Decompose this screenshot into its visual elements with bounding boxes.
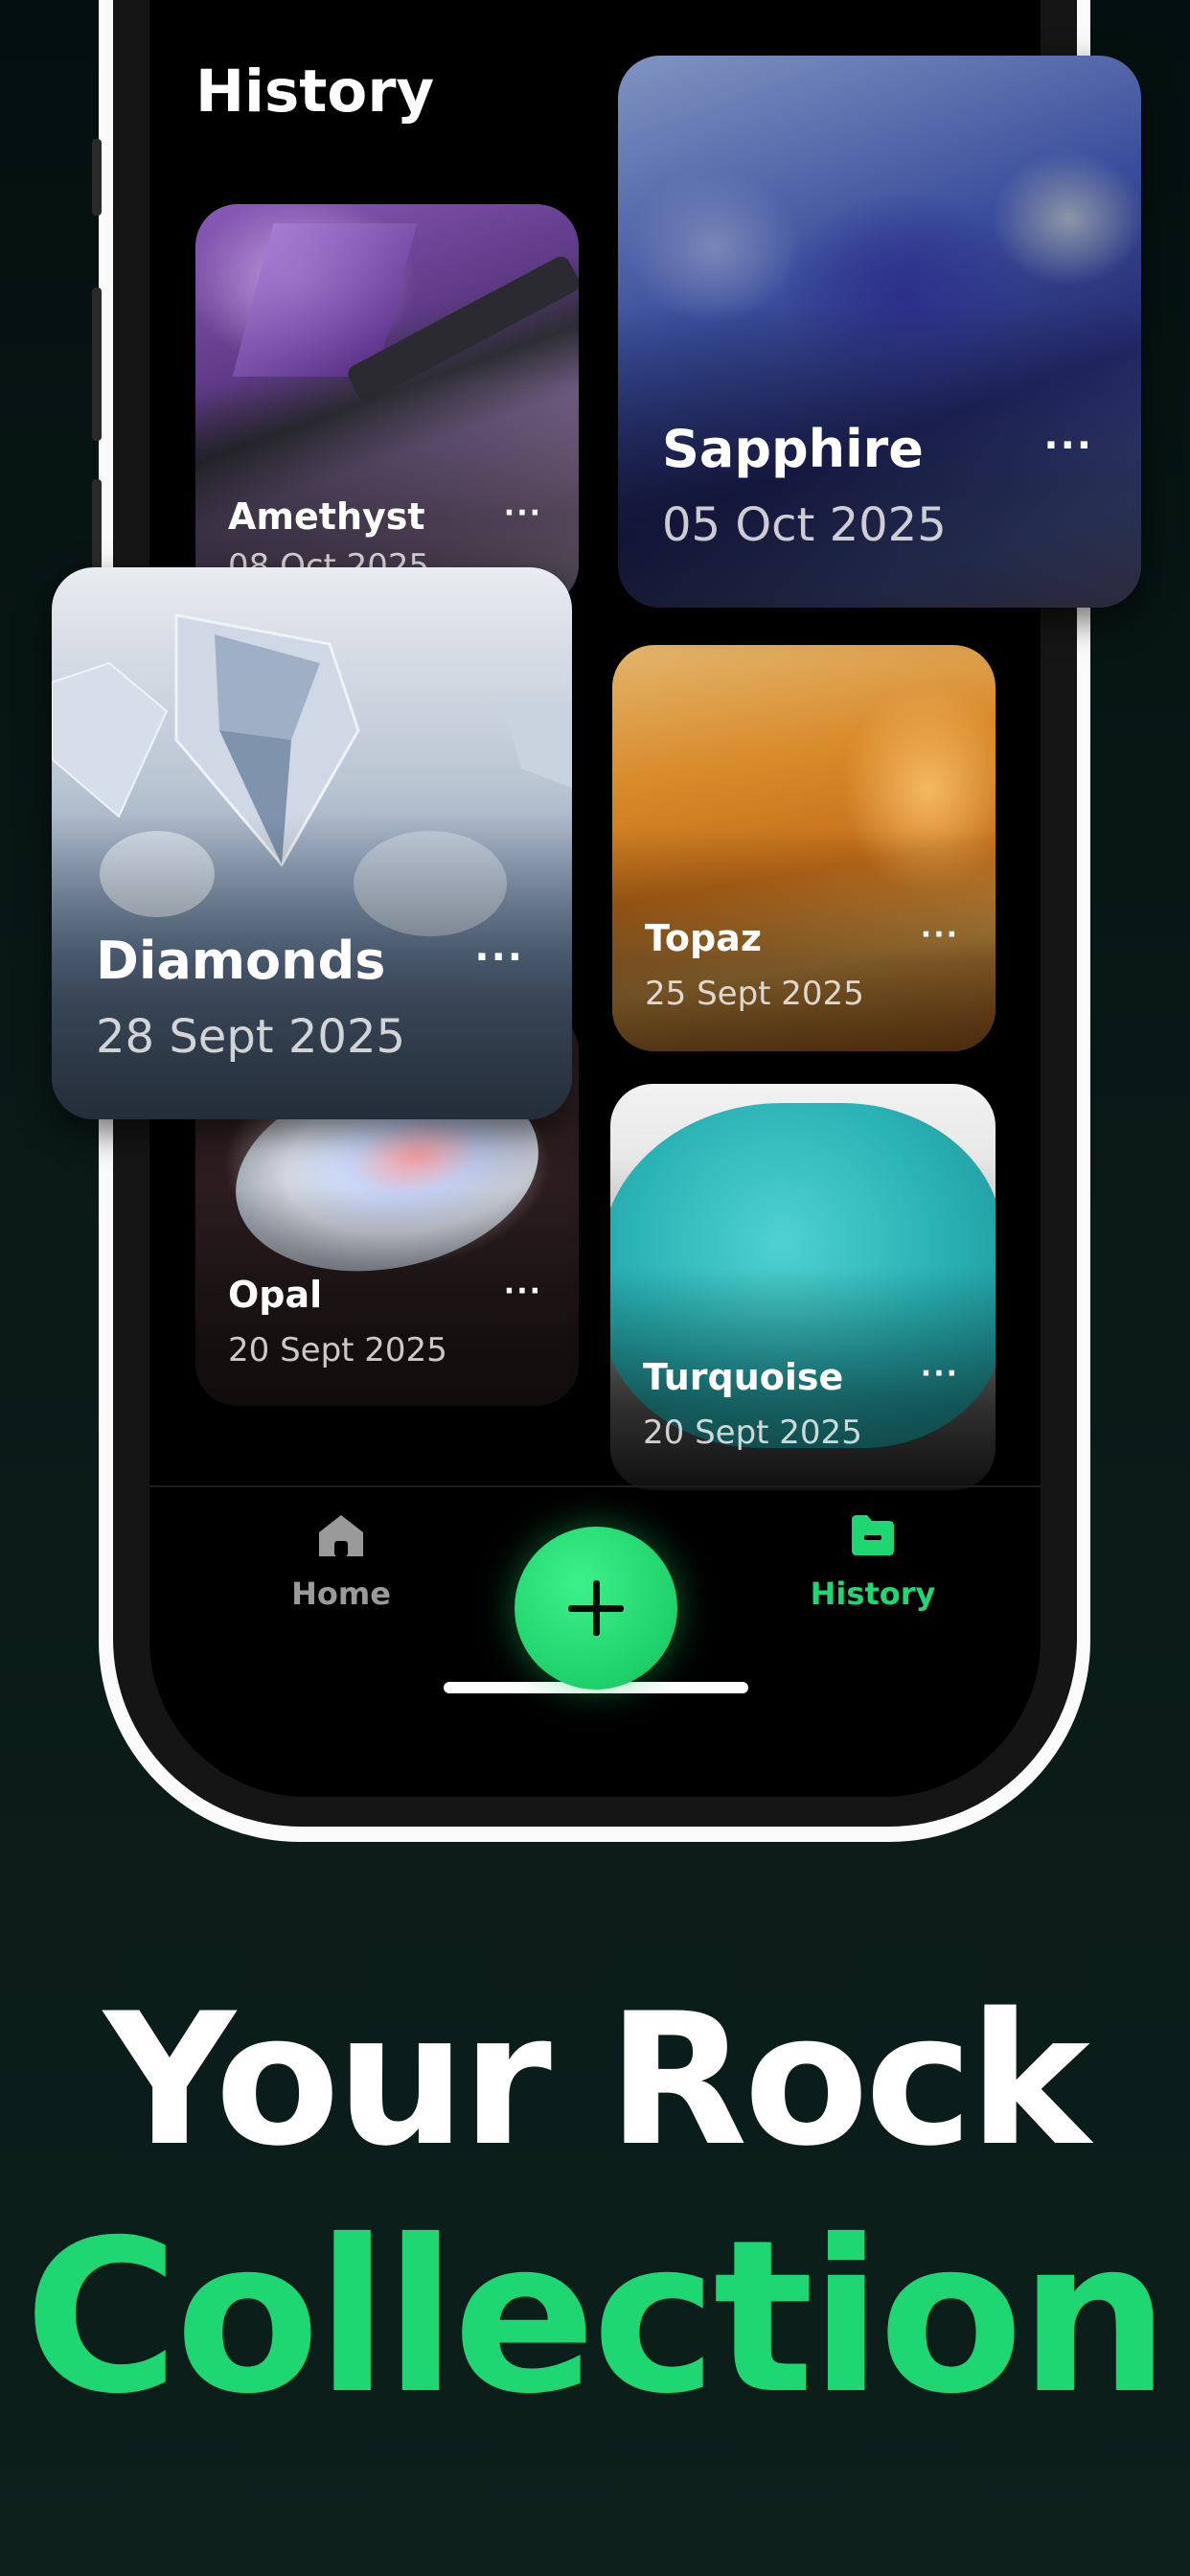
tab-history[interactable]: History xyxy=(777,1512,969,1612)
card-date: 05 Oct 2025 xyxy=(662,498,947,552)
card-title: Diamonds xyxy=(96,931,386,991)
tab-home[interactable]: Home xyxy=(245,1512,437,1612)
more-icon[interactable]: ··· xyxy=(504,496,542,530)
more-icon[interactable]: ··· xyxy=(921,1357,959,1391)
plus-icon xyxy=(568,1580,624,1636)
headline-line-2: Collection xyxy=(24,2195,1169,2440)
more-icon[interactable]: ··· xyxy=(504,1275,542,1308)
gem-card-diamonds[interactable]: Diamonds 28 Sept 2025 ··· xyxy=(52,567,572,1119)
phone-side-button xyxy=(92,479,102,575)
more-icon[interactable]: ··· xyxy=(921,918,959,952)
gem-card-turquoise[interactable]: Turquoise 20 Sept 2025 ··· xyxy=(610,1084,995,1490)
card-title: Topaz xyxy=(645,917,762,959)
gem-card-amethyst[interactable]: Amethyst 08 Oct 2025 ··· xyxy=(195,204,579,607)
tab-bar-divider xyxy=(149,1485,1041,1487)
headline-line-1: Your Rock xyxy=(103,1974,1090,2186)
card-title: Opal xyxy=(228,1274,323,1316)
card-date: 20 Sept 2025 xyxy=(228,1331,447,1369)
more-icon[interactable]: ··· xyxy=(474,935,524,979)
tab-home-label: Home xyxy=(291,1576,391,1612)
card-title: Amethyst xyxy=(228,495,425,538)
card-date: 25 Sept 2025 xyxy=(645,975,864,1013)
gem-card-sapphire[interactable]: Sapphire 05 Oct 2025 ··· xyxy=(618,56,1141,608)
add-scan-button[interactable] xyxy=(515,1527,677,1690)
card-title: Sapphire xyxy=(662,419,924,479)
folder-icon xyxy=(852,1515,894,1555)
phone-side-button xyxy=(92,139,102,216)
tab-history-label: History xyxy=(810,1576,936,1612)
phone-side-button xyxy=(92,288,102,441)
card-title: Turquoise xyxy=(643,1356,844,1398)
page-title: History xyxy=(195,58,435,126)
card-date: 28 Sept 2025 xyxy=(96,1010,406,1064)
home-icon xyxy=(319,1515,363,1556)
card-date: 20 Sept 2025 xyxy=(643,1414,862,1452)
more-icon[interactable]: ··· xyxy=(1043,424,1093,468)
gem-card-topaz[interactable]: Topaz 25 Sept 2025 ··· xyxy=(612,645,995,1051)
